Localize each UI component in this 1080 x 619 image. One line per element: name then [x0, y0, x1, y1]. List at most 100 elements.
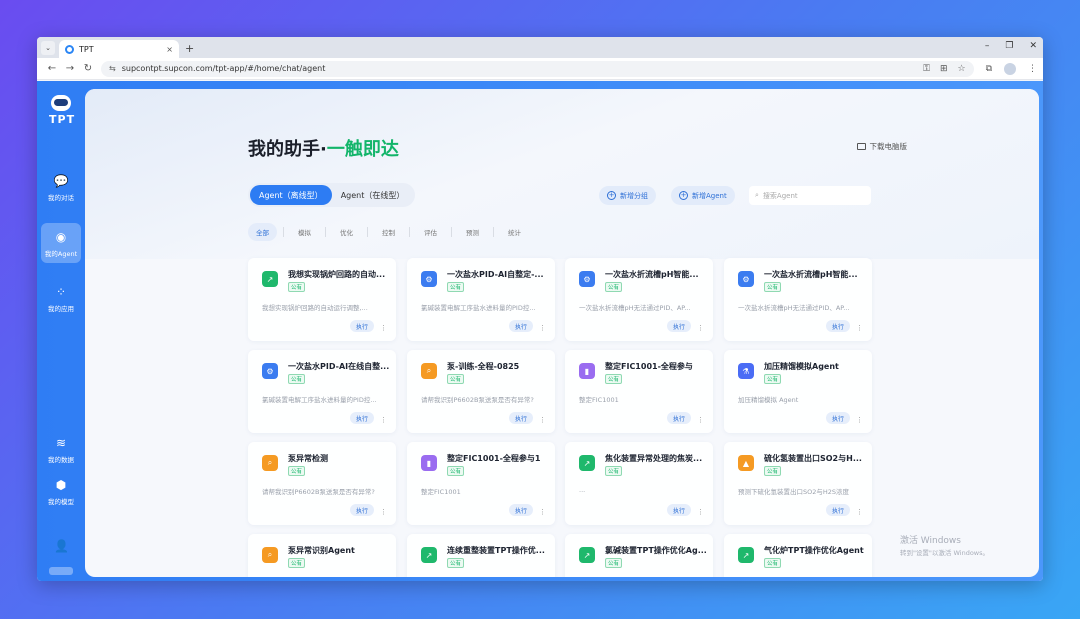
- watermark-line1: 激活 Windows: [899, 536, 961, 546]
- sidebar-item-agent[interactable]: ◉ 我的Agent: [41, 223, 81, 263]
- filter-statistics[interactable]: 统计: [500, 223, 529, 241]
- agent-card-title: 我想实现锅炉回路的自动...: [288, 270, 386, 279]
- run-button[interactable]: 执行: [825, 504, 850, 516]
- run-button[interactable]: 执行: [825, 320, 850, 332]
- agent-card[interactable]: ↗气化炉TPT操作优化Agent公有执行⋮: [724, 534, 872, 577]
- filter-divider: [367, 227, 368, 237]
- more-options-icon[interactable]: ⋮: [539, 324, 546, 332]
- sidebar-item-conversations[interactable]: 💬 我的对话: [41, 167, 81, 207]
- more-options-icon[interactable]: ⋮: [697, 416, 704, 424]
- agent-card[interactable]: ↗连续重整装置TPT操作优...公有执行⋮: [407, 534, 555, 577]
- agent-card[interactable]: ▲ 硫化氢装置出口SO2与H... 公有 预测下硫化氢装置出口SO2与H2S浓度 执行 ⋮: [724, 442, 872, 525]
- tab-title: TPT: [79, 44, 94, 54]
- public-badge: 公有: [447, 558, 465, 568]
- key-icon[interactable]: ⚿: [923, 64, 930, 74]
- forward-icon[interactable]: →: [61, 63, 79, 74]
- filter-divider: [409, 227, 410, 237]
- agent-card[interactable]: ⌕ 泵异常检测 公有 请帮我识别P6602B泵送泵是否有异常? 执行 ⋮: [248, 442, 396, 525]
- more-options-icon[interactable]: ⋮: [539, 416, 546, 424]
- site-info-icon[interactable]: ⇆: [109, 64, 116, 73]
- public-badge: 公有: [605, 558, 623, 568]
- monitor-icon: [856, 143, 866, 150]
- more-options-icon[interactable]: ⋮: [856, 508, 863, 516]
- tab-search-button[interactable]: ⌄: [41, 41, 55, 55]
- translate-icon[interactable]: ⊞: [940, 64, 948, 74]
- add-agent-button[interactable]: + 新增Agent: [671, 186, 735, 205]
- agent-card-description: 我想实现锅炉回路的自动运行调整,...: [262, 304, 368, 312]
- browser-menu-icon[interactable]: ⋮: [1028, 64, 1037, 74]
- filter-all[interactable]: 全部: [248, 223, 277, 241]
- more-options-icon[interactable]: ⋮: [697, 508, 704, 516]
- tab-agent-offline[interactable]: Agent（离线型）: [250, 185, 332, 205]
- add-group-button[interactable]: + 新增分组: [599, 186, 656, 205]
- bars-icon: ▮: [579, 363, 595, 379]
- more-options-icon[interactable]: ⋮: [380, 416, 387, 424]
- sidebar-item-label: 我的模型: [48, 498, 74, 506]
- extensions-icon[interactable]: ⧉: [986, 64, 992, 74]
- more-options-icon[interactable]: ⋮: [856, 324, 863, 332]
- filter-evaluation[interactable]: 评估: [416, 223, 445, 241]
- flask-icon: ⚗: [738, 363, 754, 379]
- sidebar-item-models[interactable]: ⬢ 我的模型: [41, 471, 81, 511]
- tab-agent-online[interactable]: Agent（在线型）: [332, 185, 414, 205]
- more-options-icon[interactable]: ⋮: [380, 324, 387, 332]
- agent-card[interactable]: ↗ 我想实现锅炉回路的自动... 公有 我想实现锅炉回路的自动运行调整,... 执行 ⋮: [248, 258, 396, 341]
- agent-card-description: 预测下硫化氢装置出口SO2与H2S浓度: [738, 488, 850, 496]
- download-desktop-link[interactable]: 下载电脑版: [856, 141, 907, 152]
- agent-card[interactable]: ▮ 整定FIC1001-全程参与1 公有 整定FIC1001 执行 ⋮: [407, 442, 555, 525]
- run-button[interactable]: 执行: [508, 504, 533, 516]
- sidebar-footer-bar[interactable]: [49, 567, 73, 575]
- agent-card-description: 整定FIC1001: [421, 488, 461, 496]
- run-button[interactable]: 执行: [508, 412, 533, 424]
- new-tab-button[interactable]: +: [185, 42, 194, 55]
- url-field[interactable]: ⇆ supcontpt.supcon.com/tpt-app/#/home/ch…: [101, 60, 974, 77]
- reload-icon[interactable]: ↻: [79, 63, 97, 74]
- agent-card[interactable]: ⚙ 一次盐水PID-AI在线自整... 公有 氯碱装置电解工序盐水进料量的PID控..…: [248, 350, 396, 433]
- agent-card-title: 泵异常识别Agent: [288, 546, 355, 555]
- more-options-icon[interactable]: ⋮: [697, 324, 704, 332]
- filter-prediction[interactable]: 预测: [458, 223, 487, 241]
- agent-card-title: 一次盐水折流槽pH智能...: [764, 270, 858, 279]
- bookmark-star-icon[interactable]: ☆: [957, 64, 965, 74]
- filter-control[interactable]: 控制: [374, 223, 403, 241]
- run-button[interactable]: 执行: [349, 320, 374, 332]
- user-icon[interactable]: 👤: [54, 539, 69, 553]
- profile-avatar[interactable]: [1004, 62, 1016, 75]
- filter-simulation[interactable]: 模拟: [290, 223, 319, 241]
- more-options-icon[interactable]: ⋮: [856, 416, 863, 424]
- browser-tab[interactable]: TPT ×: [59, 40, 179, 58]
- agent-card-description: 一次盐水折流槽pH无法通过PID、AP...: [738, 304, 850, 312]
- back-icon[interactable]: ←: [43, 63, 61, 74]
- agent-card[interactable]: ⌕ 泵-训练-全程-0825 公有 请帮我识别P6602B泵送泵是否有异常? 执行 ⋮: [407, 350, 555, 433]
- agent-card[interactable]: ↗氯碱装置TPT操作优化Ag...公有执行⋮: [565, 534, 713, 577]
- run-button[interactable]: 执行: [666, 320, 691, 332]
- agent-card[interactable]: ⚙ 一次盐水折流槽pH智能... 公有 一次盐水折流槽pH无法通过PID、AP... 执…: [565, 258, 713, 341]
- search-placeholder: 搜索Agent: [762, 191, 798, 200]
- more-options-icon[interactable]: ⋮: [380, 508, 387, 516]
- more-options-icon[interactable]: ⋮: [539, 508, 546, 516]
- run-button[interactable]: 执行: [825, 412, 850, 424]
- sidebar-item-apps[interactable]: ⁘ 我的应用: [41, 278, 81, 318]
- agent-card[interactable]: ⚙ 一次盐水PID-AI自整定-... 公有 氯碱装置电解工序盐水进料量的PID控..…: [407, 258, 555, 341]
- agent-card-title: 一次盐水PID-AI自整定-...: [447, 270, 544, 279]
- agent-card[interactable]: ▮ 整定FIC1001-全程参与 公有 整定FIC1001 执行 ⋮: [565, 350, 713, 433]
- tab-close-icon[interactable]: ×: [166, 45, 173, 54]
- agent-card[interactable]: ⌕泵异常识别Agent公有执行⋮: [248, 534, 396, 577]
- minimize-button[interactable]: –: [985, 41, 990, 51]
- run-button[interactable]: 执行: [508, 320, 533, 332]
- agent-card-description: ...: [579, 486, 586, 494]
- close-window-button[interactable]: ✕: [1029, 41, 1037, 51]
- tab-strip: ⌄ TPT × + – ❐ ✕: [37, 37, 1043, 58]
- agent-card[interactable]: ⚙ 一次盐水折流槽pH智能... 公有 一次盐水折流槽pH无法通过PID、AP... 执…: [724, 258, 872, 341]
- search-input[interactable]: ⌕ 搜索Agent: [749, 186, 871, 205]
- run-button[interactable]: 执行: [349, 412, 374, 424]
- sidebar-item-data[interactable]: ≋ 我的数据: [41, 429, 81, 469]
- run-button[interactable]: 执行: [349, 504, 374, 516]
- run-button[interactable]: 执行: [666, 412, 691, 424]
- agent-card-title: 一次盐水折流槽pH智能...: [605, 270, 699, 279]
- agent-card[interactable]: ↗ 焦化装置异常处理的焦炭... 公有... 执行 ⋮: [565, 442, 713, 525]
- run-button[interactable]: 执行: [666, 504, 691, 516]
- restore-button[interactable]: ❐: [1005, 41, 1013, 51]
- filter-optimization[interactable]: 优化: [332, 223, 361, 241]
- agent-card[interactable]: ⚗ 加压精馏模拟Agent 公有 加压精馏模拟 Agent 执行 ⋮: [724, 350, 872, 433]
